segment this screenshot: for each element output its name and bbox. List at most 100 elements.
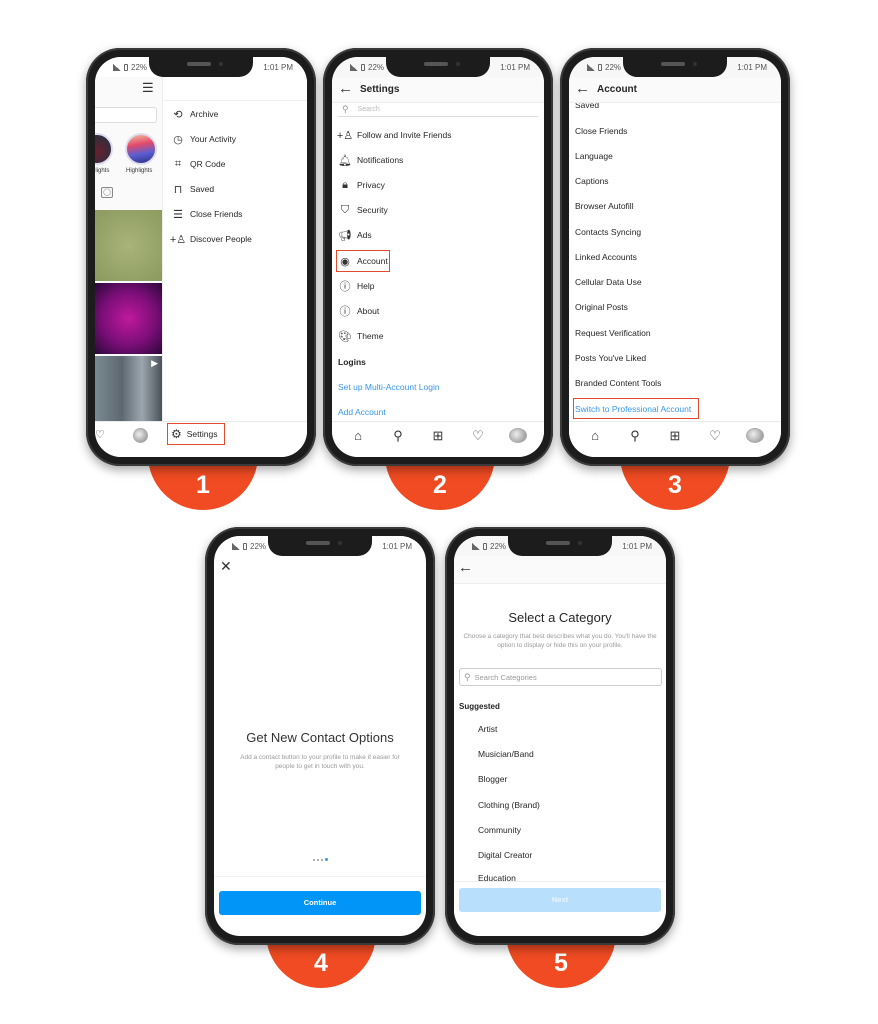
- next-button[interactable]: Next: [459, 888, 661, 912]
- settings-item-label: Privacy: [357, 180, 385, 190]
- play-icon: ▶: [151, 358, 158, 368]
- profile-avatar[interactable]: [509, 428, 527, 443]
- settings-item-label: Follow and Invite Friends: [357, 130, 452, 140]
- phone-notch: [508, 536, 612, 556]
- account-item[interactable]: Close Friends: [575, 120, 781, 142]
- drawer-item-discover-people[interactable]: +♙ Discover People: [169, 228, 307, 250]
- drawer-item-label: Discover People: [190, 234, 252, 244]
- help-icon: ⓘ: [339, 281, 351, 293]
- account-item-label: Browser Autofill: [575, 201, 634, 211]
- account-item[interactable]: Language: [575, 145, 781, 167]
- category-option[interactable]: Clothing (Brand): [478, 794, 666, 816]
- post-thumbnail[interactable]: [95, 283, 162, 354]
- settings-item-notifications[interactable]: 🔔︎ Notifications: [338, 149, 544, 171]
- account-item-label: Cellular Data Use: [575, 277, 642, 287]
- profile-background: ☰ Highlights Highlights ◯ ▶: [95, 77, 162, 422]
- multi-account-login-link[interactable]: Set up Multi-Account Login: [338, 376, 544, 398]
- drawer-item-saved[interactable]: ⊓ Saved: [171, 178, 307, 200]
- account-item-label: Contacts Syncing: [575, 227, 642, 237]
- category-option[interactable]: Artist: [478, 718, 666, 740]
- account-item-label: Captions: [575, 176, 609, 186]
- category-option-partial[interactable]: Education: [478, 873, 516, 881]
- phone-step-1: 22% 1:01 PM ☰ Highlights Highlights ◯ ▶ …: [86, 48, 316, 466]
- add-post-icon[interactable]: ⊞: [429, 428, 447, 444]
- page-indicator: [214, 858, 426, 861]
- category-option[interactable]: Musician/Band: [478, 743, 666, 765]
- account-item[interactable]: Browser Autofill: [575, 195, 781, 217]
- drawer-item-label: Archive: [190, 109, 219, 119]
- phone-step-5: 22% 1:01 PM ← Select a Category Choose a…: [445, 527, 675, 945]
- category-label: Clothing (Brand): [478, 800, 540, 810]
- phone-notch: [386, 57, 490, 77]
- signal-icon: [113, 64, 121, 71]
- drawer-item-label: QR Code: [190, 159, 226, 169]
- account-item[interactable]: Captions: [575, 170, 781, 192]
- settings-item-follow-invite[interactable]: +♙ Follow and Invite Friends: [337, 124, 544, 146]
- signal-icon: [232, 543, 240, 550]
- status-time: 1:01 PM: [622, 542, 652, 551]
- add-account-link[interactable]: Add Account: [338, 401, 544, 423]
- search-icon[interactable]: ⚲: [389, 428, 407, 444]
- screen: 22% 1:01 PM ← Account Saved Close Friend…: [569, 57, 781, 457]
- account-item[interactable]: Contacts Syncing: [575, 221, 781, 243]
- battery-percent: 22%: [490, 542, 507, 551]
- account-item[interactable]: Cellular Data Use: [575, 271, 781, 293]
- search-icon: ⚲: [464, 671, 471, 682]
- story-highlight[interactable]: [95, 133, 113, 165]
- hamburger-menu-icon[interactable]: ☰: [142, 80, 154, 96]
- step-number: 2: [433, 471, 447, 499]
- close-friends-icon: ☰: [173, 208, 183, 221]
- home-icon[interactable]: ⌂: [349, 428, 367, 443]
- account-item[interactable]: Linked Accounts: [575, 246, 781, 268]
- drawer-item-qr-code[interactable]: ⌗ QR Code: [171, 153, 307, 175]
- battery-icon: [483, 543, 487, 550]
- battery-icon: [243, 543, 247, 550]
- drawer-item-your-activity[interactable]: ◷ Your Activity: [171, 128, 307, 150]
- video-thumbnail[interactable]: ▶: [95, 356, 162, 422]
- settings-item-label: Security: [357, 205, 388, 215]
- settings-item-label: Help: [357, 281, 375, 291]
- page-dot: [312, 858, 315, 861]
- profile-avatar[interactable]: [746, 428, 764, 443]
- drawer-item-label: Your Activity: [190, 134, 236, 144]
- category-option[interactable]: Digital Creator: [478, 844, 666, 866]
- signal-icon: [587, 64, 595, 71]
- back-arrow-icon[interactable]: ←: [458, 559, 473, 576]
- settings-item-theme[interactable]: 🎨︎ Theme: [338, 325, 544, 347]
- settings-item-ads[interactable]: 📢︎ Ads: [338, 224, 544, 246]
- account-item[interactable]: Request Verification: [575, 322, 781, 344]
- category-option[interactable]: Blogger: [478, 768, 666, 790]
- back-arrow-icon[interactable]: ←: [575, 81, 590, 97]
- heart-icon[interactable]: ♡: [95, 428, 105, 441]
- account-item[interactable]: Original Posts: [575, 296, 781, 318]
- shield-icon: ⛉: [340, 203, 350, 216]
- profile-avatar[interactable]: [133, 428, 148, 443]
- post-thumbnail[interactable]: [95, 210, 162, 281]
- drawer-item-close-friends[interactable]: ☰ Close Friends: [171, 203, 307, 225]
- settings-item-label: Theme: [357, 331, 384, 341]
- category-label: Digital Creator: [478, 850, 533, 860]
- profile-search-field[interactable]: [95, 107, 157, 123]
- account-item[interactable]: Posts You've Liked: [575, 347, 781, 369]
- settings-item-privacy[interactable]: 🔒︎ Privacy: [338, 174, 544, 196]
- close-icon[interactable]: ✕: [220, 558, 232, 575]
- continue-button[interactable]: Continue: [219, 891, 421, 915]
- settings-item-about[interactable]: ⓘ About: [338, 300, 544, 322]
- settings-item-help[interactable]: ⓘ Help: [338, 275, 544, 297]
- home-icon[interactable]: ⌂: [586, 428, 604, 443]
- story-highlight[interactable]: [125, 133, 157, 165]
- drawer-item-archive[interactable]: ⟲ Archive: [171, 103, 307, 125]
- drawer-item-label: Close Friends: [190, 209, 243, 219]
- settings-item-security[interactable]: ⛉ Security: [338, 199, 544, 221]
- link-label: Add Account: [338, 407, 386, 417]
- add-post-icon[interactable]: ⊞: [666, 428, 684, 444]
- account-item[interactable]: Branded Content Tools: [575, 372, 781, 394]
- add-person-icon: +♙: [169, 233, 187, 246]
- tagged-tab-icon[interactable]: ◯: [101, 187, 113, 198]
- lock-icon: 🔒︎: [342, 178, 348, 191]
- search-icon[interactable]: ⚲: [626, 428, 644, 444]
- heart-icon[interactable]: ♡: [469, 428, 487, 444]
- heart-icon[interactable]: ♡: [706, 428, 724, 444]
- screen: 22% 1:01 PM ☰ Highlights Highlights ◯ ▶ …: [95, 57, 307, 457]
- category-option[interactable]: Community: [478, 819, 666, 841]
